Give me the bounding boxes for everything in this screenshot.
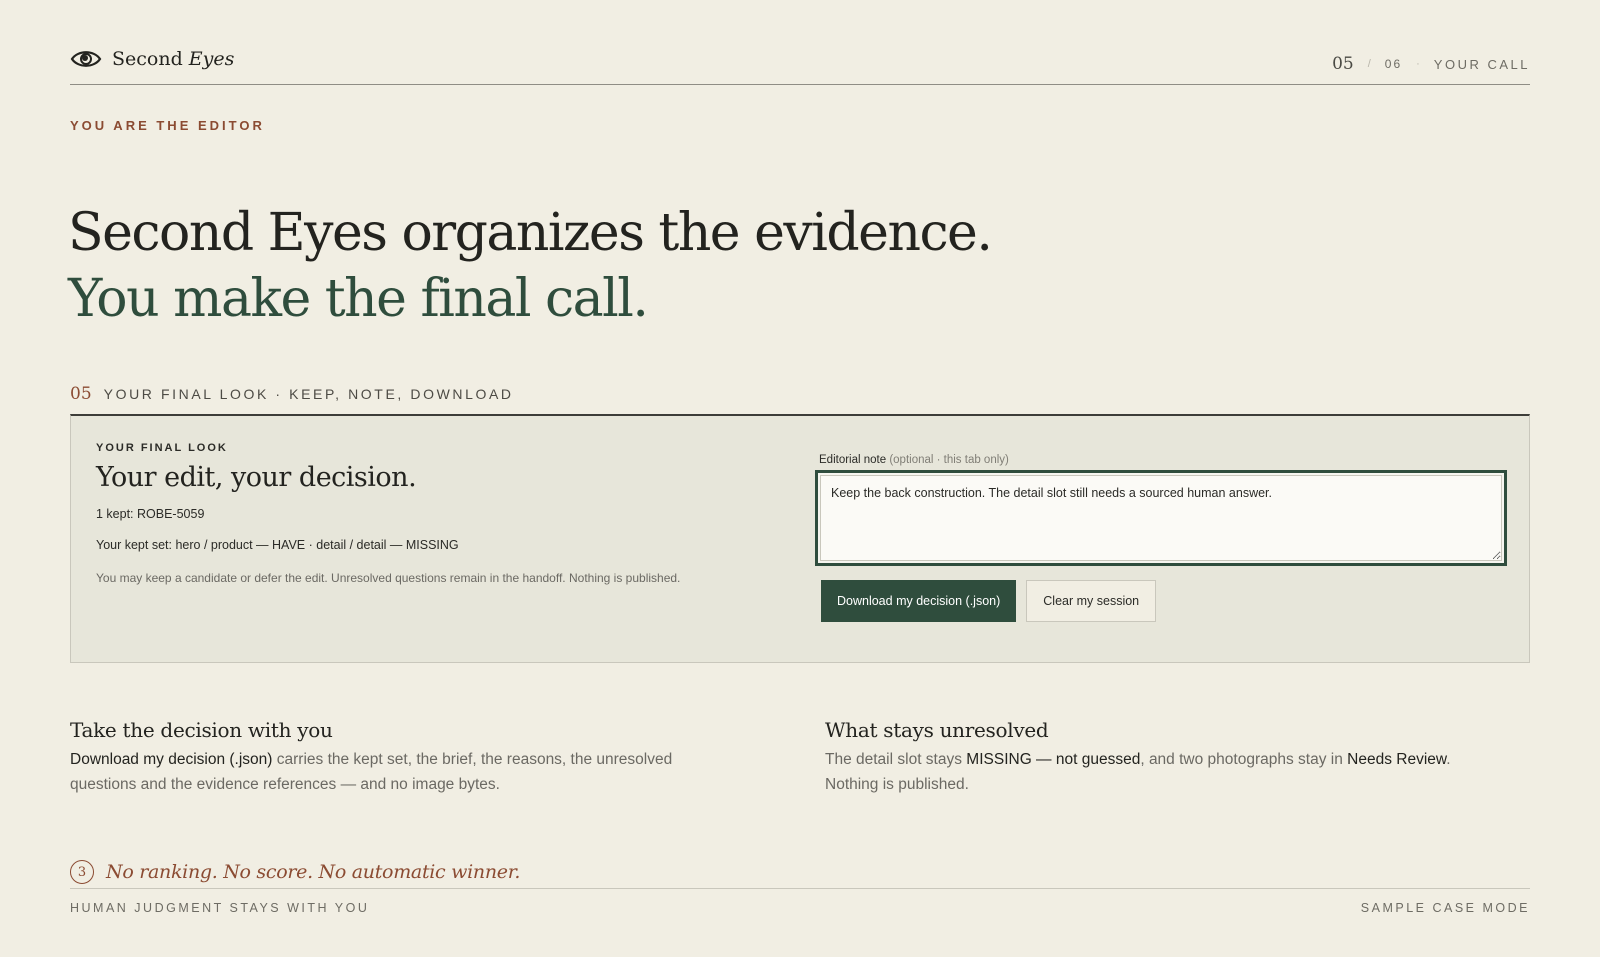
panel-kicker: YOUR FINAL LOOK bbox=[96, 442, 228, 454]
editorial-note-label-text: Editorial note bbox=[819, 454, 887, 466]
unresolved-text-pre: The detail slot stays bbox=[825, 751, 967, 768]
editorial-note-label: Editorial note (optional · this tab only… bbox=[819, 454, 1513, 466]
principle-number-badge: 3 bbox=[70, 860, 94, 884]
eye-icon bbox=[70, 51, 102, 67]
footer-tagline: HUMAN JUDGMENT STAYS WITH YOU bbox=[70, 901, 370, 915]
take-decision-title: Take the decision with you bbox=[70, 718, 333, 742]
unresolved-title: What stays unresolved bbox=[825, 718, 1049, 742]
step-dot: · bbox=[1416, 58, 1420, 70]
headline-line-1: Second Eyes organizes the evidence. bbox=[68, 203, 993, 263]
page-eyebrow: YOU ARE THE EDITOR bbox=[70, 118, 265, 133]
brand-name: Second Eyes bbox=[112, 48, 234, 70]
section-number: 05 bbox=[70, 384, 92, 404]
footer-divider bbox=[70, 888, 1530, 889]
section-label: 05 YOUR FINAL LOOK · KEEP, NOTE, DOWNLOA… bbox=[70, 384, 514, 404]
take-decision-column: Take the decision with you Download my d… bbox=[70, 718, 730, 797]
footer-principle: 3 No ranking. No score. No automatic win… bbox=[70, 860, 520, 884]
footer-mode: SAMPLE CASE MODE bbox=[1360, 901, 1530, 915]
headline-line-2: You make the final call. bbox=[68, 269, 649, 329]
panel-title: Your edit, your decision. bbox=[96, 462, 417, 493]
page-headline: Second Eyes organizes the evidence. You … bbox=[68, 200, 993, 332]
editorial-note-hint: (optional · this tab only) bbox=[889, 454, 1009, 466]
clear-session-button[interactable]: Clear my session bbox=[1026, 580, 1157, 622]
action-buttons: Download my decision (.json) Clear my se… bbox=[821, 580, 1513, 622]
unresolved-strong-missing: MISSING — not guessed bbox=[966, 751, 1141, 768]
editorial-note-textarea[interactable]: Keep the back construction. The detail s… bbox=[820, 475, 1502, 561]
unresolved-column: What stays unresolved The detail slot st… bbox=[825, 718, 1485, 797]
site-header: Second Eyes 05 / 06 · YOUR CALL bbox=[70, 44, 1530, 85]
section-title: YOUR FINAL LOOK · KEEP, NOTE, DOWNLOAD bbox=[103, 386, 514, 402]
editorial-note-section: Editorial note (optional · this tab only… bbox=[815, 454, 1513, 622]
step-total: 06 bbox=[1384, 57, 1403, 71]
editorial-note-focus-ring: Keep the back construction. The detail s… bbox=[815, 470, 1507, 566]
kept-count: 1 kept: ROBE-5059 bbox=[96, 507, 205, 521]
unresolved-strong-review: Needs Review bbox=[1347, 751, 1447, 768]
take-decision-body: Download my decision (.json) carries the… bbox=[70, 747, 730, 797]
brand-name-second: Eyes bbox=[188, 48, 235, 70]
step-current: 05 bbox=[1332, 54, 1354, 74]
step-indicator: 05 / 06 · YOUR CALL bbox=[1332, 54, 1530, 74]
panel-summary: YOUR FINAL LOOK Your edit, your decision… bbox=[96, 442, 736, 585]
final-look-panel: YOUR FINAL LOOK Your edit, your decision… bbox=[70, 414, 1530, 663]
brand-name-first: Second bbox=[112, 48, 183, 70]
panel-disclaimer: You may keep a candidate or defer the ed… bbox=[96, 571, 681, 585]
step-separator: / bbox=[1367, 58, 1371, 70]
kept-set: Your kept set: hero / product — HAVE · d… bbox=[96, 538, 459, 552]
unresolved-body: The detail slot stays MISSING — not gues… bbox=[825, 747, 1485, 797]
download-decision-button[interactable]: Download my decision (.json) bbox=[821, 580, 1017, 622]
brand-logo[interactable]: Second Eyes bbox=[70, 48, 234, 70]
unresolved-text-mid: , and two photographs stay in bbox=[1140, 751, 1348, 768]
step-label: YOUR CALL bbox=[1433, 56, 1530, 72]
take-decision-strong: Download my decision (.json) bbox=[70, 751, 273, 768]
principle-quote: No ranking. No score. No automatic winne… bbox=[106, 861, 521, 883]
